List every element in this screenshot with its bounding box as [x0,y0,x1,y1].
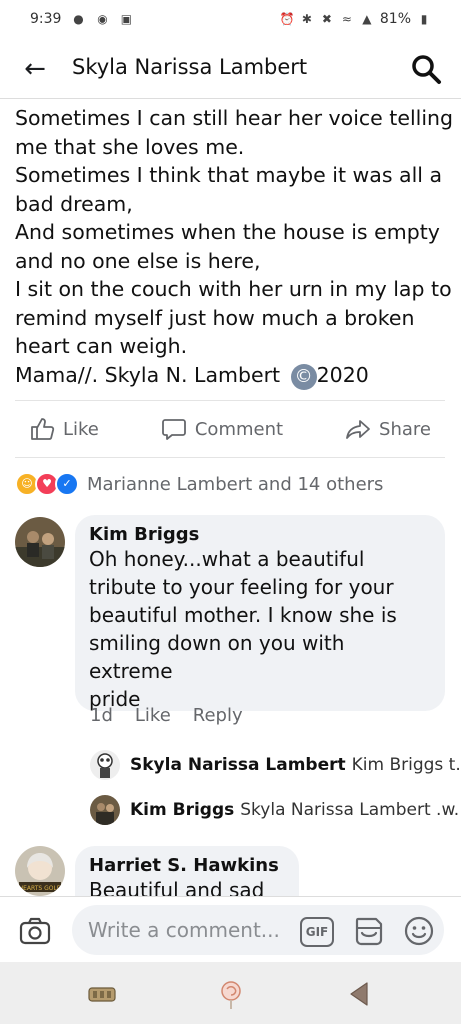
like-button[interactable]: Like [15,416,113,442]
reply-author[interactable]: Skyla Narissa Lambert [130,755,346,775]
bluetooth-icon: ✱ [301,12,312,26]
avatar-image [15,517,65,567]
comment-reply-link[interactable]: Reply [193,705,243,726]
camera-icon[interactable] [18,914,52,948]
gallery-icon: ▣ [120,12,133,26]
comment-author[interactable]: Harriet S. Hawkins [89,855,285,876]
like-reaction-icon: ✓ [55,472,79,496]
post-signature: Mama//. Skyla N. Lambert [15,362,281,387]
avatar[interactable]: HEARTS GOLD [15,846,65,896]
post-line: me that she loves me. [15,134,245,159]
post-body: Sometimes I can still hear her voice tel… [15,104,454,390]
share-label: Share [379,418,431,440]
share-icon [346,420,370,439]
avatar[interactable] [15,517,65,567]
comment-text-line: tribute to your feeling for your [89,575,394,599]
app-bar: ← Skyla Narissa Lambert [0,40,461,99]
post-line: And sometimes when the house is empty [15,220,440,244]
back-arrow-icon[interactable]: ← [18,52,52,86]
post-signature-line: Mama//. Skyla N. Lambert © 2020 [15,361,445,390]
post-line: and no one else is here, [15,248,261,273]
like-label: Like [63,418,99,440]
alarm-icon: ⏰ [279,12,295,26]
comment-input[interactable]: Write a comment... GIF [72,905,444,955]
avatar [90,795,120,825]
comment-input-placeholder: Write a comment... [88,918,280,942]
comment-author[interactable]: Kim Briggs [89,524,431,545]
comment-bubble[interactable]: Kim Briggs Oh honey...what a beautiful t… [75,515,445,711]
post-year: 2020 [316,362,369,387]
page-title: Skyla Narissa Lambert [72,55,308,79]
comment-text-line: beautiful mother. I know she is [89,603,397,627]
comment-time: 1d [90,705,113,726]
signal-icon: ▲ [362,12,372,26]
back-icon[interactable] [344,977,378,1011]
app-icon: ◉ [97,12,108,26]
snapchat-icon: ● [73,12,84,26]
post-line: heart can weigh. [15,334,188,358]
copyright-icon: © [290,363,317,390]
comment-text-line: smiling down on you with extreme [89,631,345,683]
reply-preview[interactable]: Kim Briggs Skyla Narissa Lambert .w... [90,793,461,827]
comment-icon [161,419,186,440]
avatar-badge-text: HEARTS GOLD [19,885,62,892]
sticker-icon[interactable] [352,914,386,948]
gif-button[interactable]: GIF [300,917,334,947]
status-time: 9:39 [30,11,62,27]
post-line: I sit on the couch with her urn in my la… [15,277,452,301]
search-icon[interactable] [409,52,443,86]
status-bar: 9:39 ● ◉ ▣ ⏰ ✱ ✖ ≈ ▲ 81% ▮ [0,0,461,40]
comment-composer: Write a comment... GIF [0,896,461,963]
emoji-icon[interactable] [402,914,436,948]
comment-like-link[interactable]: Like [135,705,171,726]
wifi-icon: ≈ [341,12,352,26]
recent-apps-icon[interactable] [85,977,119,1011]
home-icon[interactable] [214,977,248,1011]
comment-label: Comment [194,418,284,440]
post-line: Sometimes I can still hear her voice tel… [15,106,454,130]
reply-author[interactable]: Kim Briggs [130,800,234,820]
post-line: bad dream, [15,191,133,216]
reply-preview[interactable]: Skyla Narissa Lambert Kim Briggs t... [90,748,461,782]
reply-text: Skyla Narissa Lambert .w... [240,800,461,820]
reply-text: Kim Briggs t... [351,755,461,775]
share-button[interactable]: Share [331,416,445,442]
comment-meta: 1d Like Reply [90,705,243,726]
post-line: Sometimes I think that maybe it was all … [15,163,443,187]
comment-text-line: Oh honey...what a beautiful [89,547,365,571]
post-line: remind myself just how much a broken [15,305,415,330]
comment-button[interactable]: Comment [147,416,297,442]
battery-icon: ▮ [420,12,428,26]
avatar [90,750,120,780]
mute-icon: ✖ [321,12,332,26]
system-navigation-bar [0,962,461,1024]
reactions-count-label: Marianne Lambert and 14 others [87,473,384,495]
thumbs-up-icon [31,418,55,440]
post-actions: Like Comment Share [15,400,445,458]
reactions-summary[interactable]: ☺ ♥ ✓ Marianne Lambert and 14 others [15,470,383,498]
battery-percent: 81% [379,11,411,27]
